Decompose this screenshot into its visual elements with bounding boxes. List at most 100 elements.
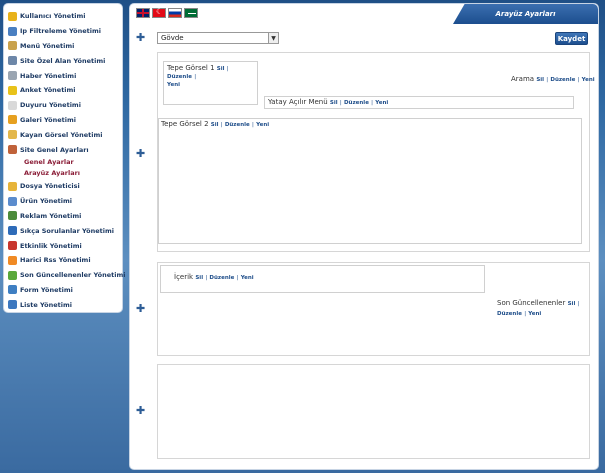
- sidebar-item[interactable]: Kayan Görsel Yönetimi: [8, 127, 118, 142]
- sidebar-item-label: Liste Yönetimi: [20, 300, 72, 309]
- zone-title: Tepe Görsel 1: [167, 64, 215, 72]
- layout-section-1: Tepe Görsel 1 Sil | Düzenle | Yeni Arama…: [157, 52, 595, 252]
- flag-tr-icon[interactable]: [152, 7, 166, 18]
- pencil-icon: [8, 11, 17, 21]
- badge-icon: [8, 130, 17, 140]
- sidebar-item-label: Sıkça Sorulanlar Yönetimi: [20, 226, 114, 235]
- zone-icerik: İçerik Sil | Düzenle | Yeni: [160, 265, 485, 293]
- add-section-plus-icon[interactable]: ✚: [136, 404, 145, 417]
- sidebar-item-label: Son Güncellenenler Yönetimi: [20, 271, 126, 280]
- page-title: Arayüz Ayarları: [453, 4, 598, 24]
- delete-link[interactable]: Sil: [536, 77, 544, 83]
- sidebar-item[interactable]: Kullanıcı Yönetimi: [8, 9, 118, 24]
- list-icon: [8, 300, 17, 310]
- sidebar-item[interactable]: Site Genel Ayarları: [8, 142, 118, 157]
- new-link[interactable]: Yeni: [582, 77, 595, 83]
- sidebar-item-label: Menü Yönetimi: [20, 41, 75, 50]
- layout-select[interactable]: Gövde ▼: [157, 32, 279, 44]
- sidebar-item-label: Site Genel Ayarları: [20, 145, 89, 154]
- sidebar-item-label: Etkinlik Yönetimi: [20, 241, 82, 250]
- sidebar-item-label: Ip Filtreleme Yönetimi: [20, 27, 101, 36]
- folder-icon: [8, 181, 17, 191]
- separator: |: [236, 275, 239, 281]
- tag-icon: [8, 71, 17, 81]
- edit-link[interactable]: Düzenle: [497, 311, 522, 317]
- zone-title: Yatay Açılır Menü: [268, 98, 328, 106]
- sidebar-item-label: Anket Yönetimi: [20, 86, 76, 95]
- add-section-plus-icon[interactable]: ✚: [136, 302, 145, 315]
- edit-link[interactable]: Düzenle: [550, 77, 575, 83]
- sidebar-item-label: Ürün Yönetimi: [20, 197, 72, 206]
- separator: |: [205, 275, 208, 281]
- sidebar-item-label: Haber Yönetimi: [20, 71, 77, 80]
- sidebar-item-label: Duyuru Yönetimi: [20, 101, 81, 110]
- main-panel: Arayüz Ayarları ✚ Gövde ▼ Kaydet ✚ Tepe …: [129, 3, 599, 470]
- flag-icon: [8, 270, 17, 280]
- ad-icon: [8, 211, 17, 221]
- edit-link[interactable]: Düzenle: [209, 275, 234, 281]
- layout-section-3: [157, 364, 590, 459]
- sidebar-subitem[interactable]: Arayüz Ayarları: [8, 168, 118, 179]
- flag-ru-icon[interactable]: [168, 8, 182, 18]
- sidebar-item[interactable]: Site Özel Alan Yönetimi: [8, 53, 118, 68]
- sidebar-item[interactable]: Liste Yönetimi: [8, 297, 118, 312]
- new-link[interactable]: Yeni: [375, 100, 388, 106]
- sidebar-item[interactable]: Harici Rss Yönetimi: [8, 253, 118, 268]
- add-section-plus-icon[interactable]: ✚: [136, 31, 145, 44]
- sidebar-item[interactable]: Son Güncellenenler Yönetimi: [8, 268, 125, 283]
- star-icon: [8, 85, 17, 95]
- sidebar-item[interactable]: Dosya Yöneticisi: [8, 179, 118, 194]
- sidebar-item[interactable]: Reklam Yönetimi: [8, 209, 118, 224]
- separator: |: [546, 77, 549, 83]
- separator: |: [371, 100, 374, 106]
- delete-link[interactable]: Sil: [217, 66, 225, 72]
- filter-icon: [8, 26, 17, 36]
- sidebar-item-label: Kullanıcı Yönetimi: [20, 12, 86, 21]
- sidebar-item[interactable]: Ip Filtreleme Yönetimi: [8, 24, 118, 39]
- sidebar-item[interactable]: Sıkça Sorulanlar Yönetimi: [8, 223, 118, 238]
- sidebar-item[interactable]: Etkinlik Yönetimi: [8, 238, 118, 253]
- home-icon: [8, 145, 17, 155]
- zone-title: Son Güncellenenler: [497, 299, 566, 307]
- separator: |: [577, 301, 580, 307]
- delete-link[interactable]: Sil: [211, 122, 219, 128]
- sidebar-item-label: Harici Rss Yönetimi: [20, 256, 91, 265]
- sidebar-item[interactable]: Anket Yönetimi: [8, 83, 118, 98]
- flag-sa-icon[interactable]: [184, 8, 198, 18]
- edit-link[interactable]: Düzenle: [167, 74, 192, 80]
- monitor-icon: [8, 56, 17, 66]
- form-icon: [8, 285, 17, 295]
- zone-title: Tepe Görsel 2: [161, 120, 209, 128]
- delete-link[interactable]: Sil: [568, 301, 576, 307]
- sidebar-item[interactable]: Haber Yönetimi: [8, 68, 118, 83]
- sidebar-item[interactable]: Galeri Yönetimi: [8, 113, 118, 128]
- chevron-down-icon[interactable]: ▼: [268, 33, 278, 43]
- zone-title: Arama: [511, 75, 535, 83]
- zone-title: İçerik: [174, 273, 194, 281]
- edit-link[interactable]: Düzenle: [344, 100, 369, 106]
- sidebar-item[interactable]: Form Yönetimi: [8, 283, 118, 298]
- save-button[interactable]: Kaydet: [555, 32, 588, 45]
- sidebar: Kullanıcı Yönetimi Ip Filtreleme Yönetimi…: [3, 3, 125, 313]
- edit-link[interactable]: Düzenle: [225, 122, 250, 128]
- sidebar-item-label: Reklam Yönetimi: [20, 211, 82, 220]
- zone-tepe-gorsel-2: Tepe Görsel 2 Sil | Düzenle | Yeni: [158, 118, 582, 244]
- flag-en-icon[interactable]: [136, 8, 150, 18]
- new-link[interactable]: Yeni: [528, 311, 541, 317]
- zone-tepe-gorsel-1: Tepe Görsel 1 Sil | Düzenle | Yeni: [163, 61, 258, 105]
- delete-link[interactable]: Sil: [195, 275, 203, 281]
- new-link[interactable]: Yeni: [256, 122, 269, 128]
- sidebar-item[interactable]: Duyuru Yönetimi: [8, 98, 118, 113]
- sidebar-subitem[interactable]: Genel Ayarlar: [8, 157, 118, 168]
- zone-son-guncellenenler: Son Güncellenenler Sil | Düzenle | Yeni: [497, 299, 589, 319]
- new-link[interactable]: Yeni: [241, 275, 254, 281]
- delete-link[interactable]: Sil: [330, 100, 338, 106]
- separator: |: [252, 122, 254, 128]
- sidebar-item-label: Kayan Görsel Yönetimi: [20, 130, 103, 139]
- separator: |: [524, 311, 527, 317]
- sidebar-item[interactable]: Ürün Yönetimi: [8, 194, 118, 209]
- add-section-plus-icon[interactable]: ✚: [136, 147, 145, 160]
- new-link[interactable]: Yeni: [167, 82, 180, 88]
- sidebar-item[interactable]: Menü Yönetimi: [8, 39, 118, 54]
- layout-select-value: Gövde: [161, 34, 184, 42]
